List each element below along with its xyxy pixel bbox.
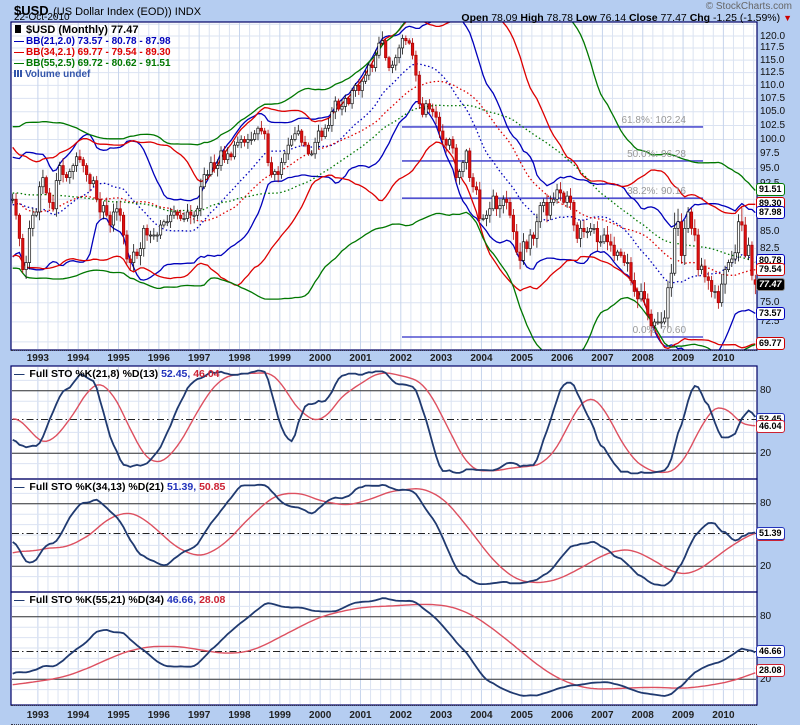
stochastic-legend-1: — Full STO %K(21,8) %D(13) 52.45, 46.04: [14, 369, 220, 380]
stochastic-legend-3: — Full STO %K(55,21) %D(34) 46.66, 28.08: [14, 595, 225, 606]
legend-title-row: $USD (Monthly) 77.47: [14, 25, 171, 36]
volume-bars-icon: [14, 70, 22, 77]
stoch-d-value: 50.85: [199, 481, 225, 493]
stoch-d-value: 46.04: [193, 368, 219, 380]
quote-line: Open 78.09 High 78.78 Low 76.14 Close 77…: [461, 12, 792, 24]
high-label: High: [520, 12, 543, 24]
chart-date: 22-Oct-2010: [14, 12, 70, 23]
close-label: Close: [629, 12, 658, 24]
stoch-k-value: 46.66,: [167, 594, 196, 606]
line-swatch-icon: —: [14, 481, 25, 493]
stoch-name: Full STO %K(55,21) %D(34): [29, 594, 164, 606]
stoch-k-value: 51.39,: [167, 481, 196, 493]
legend-bb3: —BB(55,2.5) 69.72 - 80.62 - 91.51: [14, 58, 171, 69]
close-value: 77.47: [660, 12, 686, 24]
legend-bb1: —BB(21,2.0) 73.57 - 80.78 - 87.98: [14, 36, 171, 47]
legend-volume: Volume undef: [14, 69, 171, 80]
stochastic-legend-2: — Full STO %K(34,13) %D(21) 51.39, 50.85: [14, 482, 225, 493]
main-legend: $USD (Monthly) 77.47 —BB(21,2.0) 73.57 -…: [14, 25, 171, 80]
chg-value: -1.25 (-1.59%): [713, 12, 780, 24]
chg-label: Chg: [690, 12, 710, 24]
low-label: Low: [576, 12, 597, 24]
legend-bb2: —BB(34,2.1) 69.77 - 79.54 - 89.30: [14, 47, 171, 58]
stoch-k-value: 52.45,: [161, 368, 190, 380]
open-value: 78.09: [491, 12, 517, 24]
chart-style-icon: [14, 25, 23, 33]
change-down-icon: ▼: [783, 13, 792, 23]
low-value: 76.14: [600, 12, 626, 24]
symbol-description: (US Dollar Index (EOD)) INDX: [53, 6, 201, 18]
stoch-name: Full STO %K(34,13) %D(21): [29, 481, 164, 493]
line-swatch-icon: —: [14, 47, 24, 58]
line-swatch-icon: —: [14, 58, 24, 69]
stockcharts-credit[interactable]: © StockCharts.com: [706, 1, 792, 12]
line-swatch-icon: —: [14, 594, 25, 606]
open-label: Open: [461, 12, 488, 24]
high-value: 78.78: [547, 12, 573, 24]
chart-canvas: [0, 0, 800, 725]
stoch-d-value: 28.08: [199, 594, 225, 606]
line-swatch-icon: —: [14, 368, 25, 380]
legend-title: $USD (Monthly) 77.47: [26, 24, 138, 36]
line-swatch-icon: —: [14, 36, 24, 47]
stockcharts-chart: $USD (US Dollar Index (EOD)) INDX 22-Oct…: [0, 0, 800, 725]
stoch-name: Full STO %K(21,8) %D(13): [29, 368, 158, 380]
